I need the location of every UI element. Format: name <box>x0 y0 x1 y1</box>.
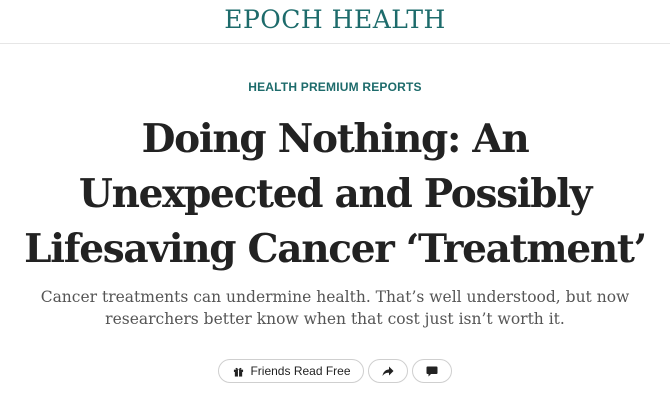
friends-read-free-button[interactable]: Friends Read Free <box>218 359 364 383</box>
comments-button[interactable] <box>412 359 452 383</box>
share-button[interactable] <box>368 359 408 383</box>
article-headline: Doing Nothing: An Unexpected and Possibl… <box>24 116 647 272</box>
section-kicker[interactable]: HEALTH PREMIUM REPORTS <box>0 80 670 94</box>
site-logo[interactable]: EPOCH HEALTH <box>0 5 670 35</box>
comment-icon <box>426 366 438 377</box>
share-arrow-icon <box>382 366 394 377</box>
article-actions: Friends Read Free <box>0 359 670 385</box>
friends-read-free-label: Friends Read Free <box>250 364 351 378</box>
article-subhead: Cancer treatments can undermine health. … <box>40 288 630 328</box>
site-header: EPOCH HEALTH <box>0 0 670 44</box>
gift-icon <box>233 366 244 377</box>
